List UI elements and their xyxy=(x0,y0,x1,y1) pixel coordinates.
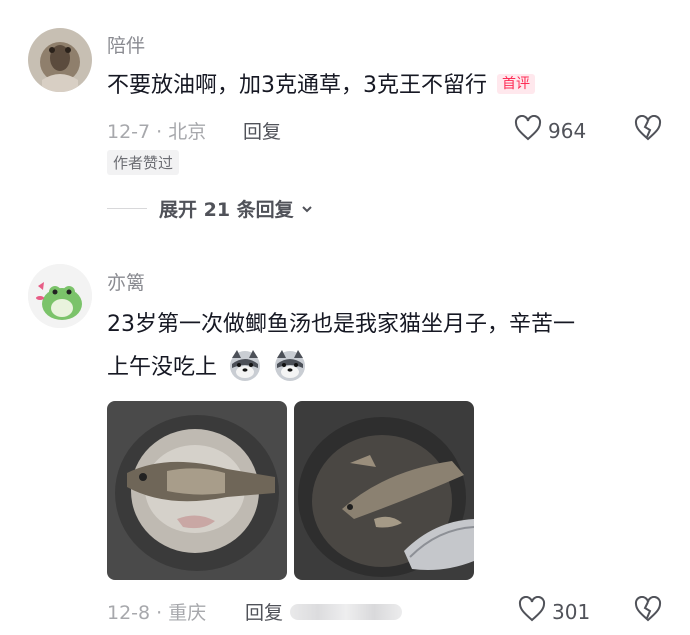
dislike-button[interactable] xyxy=(634,595,662,626)
comment-text: 不要放油啊，加3克通草，3克王不留行 首评 xyxy=(107,64,535,107)
broken-heart-icon xyxy=(634,114,662,145)
comment-username[interactable]: 陪伴 xyxy=(107,31,145,58)
blurred-watermark xyxy=(290,604,402,620)
first-comment-badge: 首评 xyxy=(497,74,535,94)
like-button[interactable]: 301 xyxy=(518,595,591,627)
heart-outline-icon xyxy=(518,595,546,627)
divider xyxy=(107,208,147,209)
avatar[interactable] xyxy=(28,264,92,328)
author-liked-badge: 作者赞过 xyxy=(107,150,180,175)
reply-button[interactable]: 回复 xyxy=(245,598,283,625)
like-count: 301 xyxy=(552,599,591,624)
comment-date-location: 12-8 · 重庆 xyxy=(107,602,207,624)
dislike-button[interactable] xyxy=(634,114,662,145)
chevron-down-icon xyxy=(300,202,314,216)
heart-outline-icon xyxy=(514,114,542,146)
comment-text-body: 不要放油啊，加3克通草，3克王不留行 xyxy=(107,73,487,98)
husky-emoji-icon xyxy=(228,348,262,382)
broken-heart-icon xyxy=(634,595,662,626)
like-button[interactable]: 964 xyxy=(514,114,587,146)
comment-text-line: 上午没吃上 xyxy=(107,355,218,380)
comment-photo[interactable] xyxy=(294,401,474,580)
like-count: 964 xyxy=(548,118,587,143)
husky-emoji-icon xyxy=(273,348,307,382)
avatar[interactable] xyxy=(28,28,92,92)
comment-text-line: 23岁第一次做鲫鱼汤也是我家猫坐月子，辛苦一 xyxy=(107,312,575,337)
comment-date-location: 12-7 · 北京 xyxy=(107,121,207,143)
expand-replies-label: 展开 21 条回复 xyxy=(159,199,294,221)
comment-username[interactable]: 亦篱 xyxy=(107,268,145,295)
comment-text: 23岁第一次做鲫鱼汤也是我家猫坐月子，辛苦一 上午没吃上 xyxy=(107,303,667,389)
comment-photo[interactable] xyxy=(107,401,287,580)
comment-text-line-wrap: 上午没吃上 xyxy=(107,346,667,389)
reply-button[interactable]: 回复 xyxy=(243,117,281,144)
expand-replies-button[interactable]: 展开 21 条回复 xyxy=(107,195,314,222)
